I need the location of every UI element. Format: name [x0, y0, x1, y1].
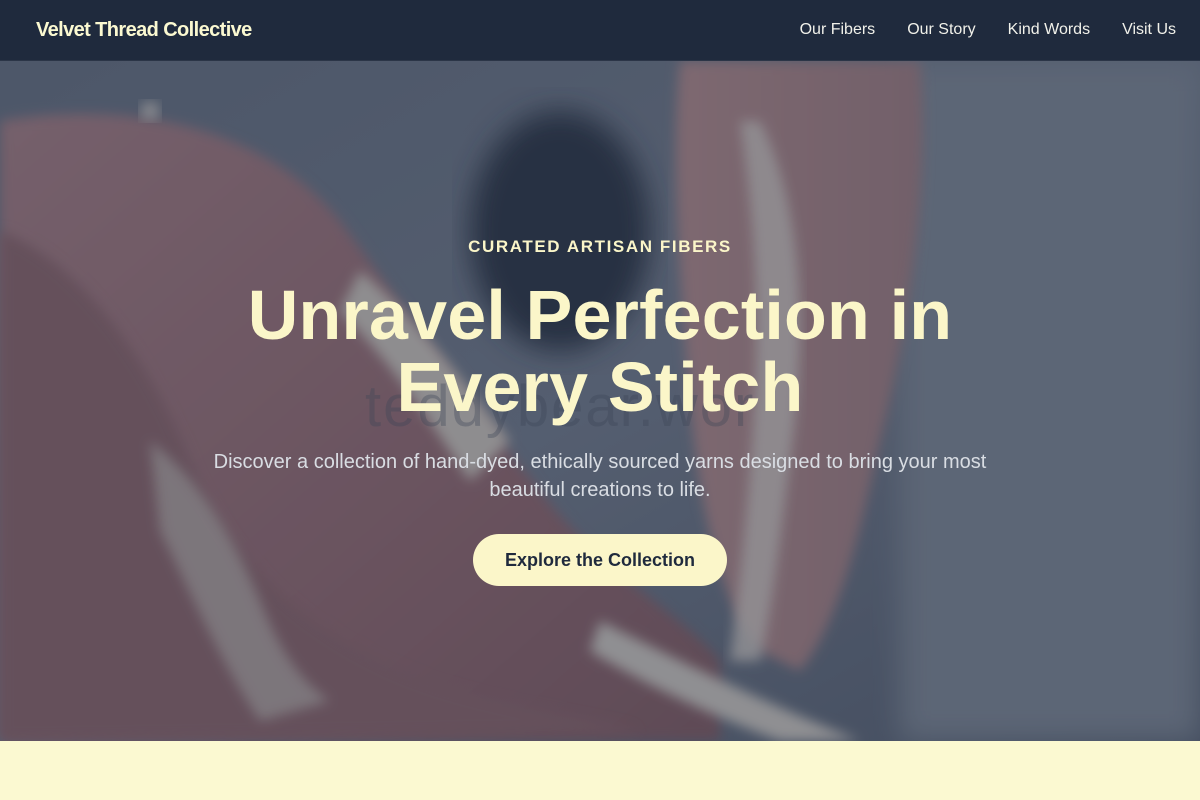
hero-content: CURATED ARTISAN FIBERS Unravel Perfectio…: [0, 61, 1200, 741]
hero-subtext: Discover a collection of hand-dyed, ethi…: [213, 451, 987, 501]
hero-section: teddybear.wor CURATED ARTISAN FIBERS Unr…: [0, 61, 1200, 741]
brand-logo[interactable]: Velvet Thread Collective: [36, 19, 252, 42]
nav-links: Our Fibers Our Story Kind Words Visit Us: [800, 21, 1176, 39]
nav-link-kind-words[interactable]: Kind Words: [1008, 21, 1090, 39]
explore-collection-button[interactable]: Explore the Collection: [472, 534, 728, 586]
hero-headline: Unravel Perfection in Every Stitch: [247, 276, 953, 426]
nav-link-our-story[interactable]: Our Story: [907, 21, 975, 39]
nav-link-our-fibers[interactable]: Our Fibers: [800, 21, 876, 39]
navbar: Velvet Thread Collective Our Fibers Our …: [0, 0, 1200, 61]
nav-link-visit-us[interactable]: Visit Us: [1122, 21, 1176, 39]
next-section: [0, 741, 1200, 800]
hero-eyebrow: CURATED ARTISAN FIBERS: [468, 237, 732, 256]
